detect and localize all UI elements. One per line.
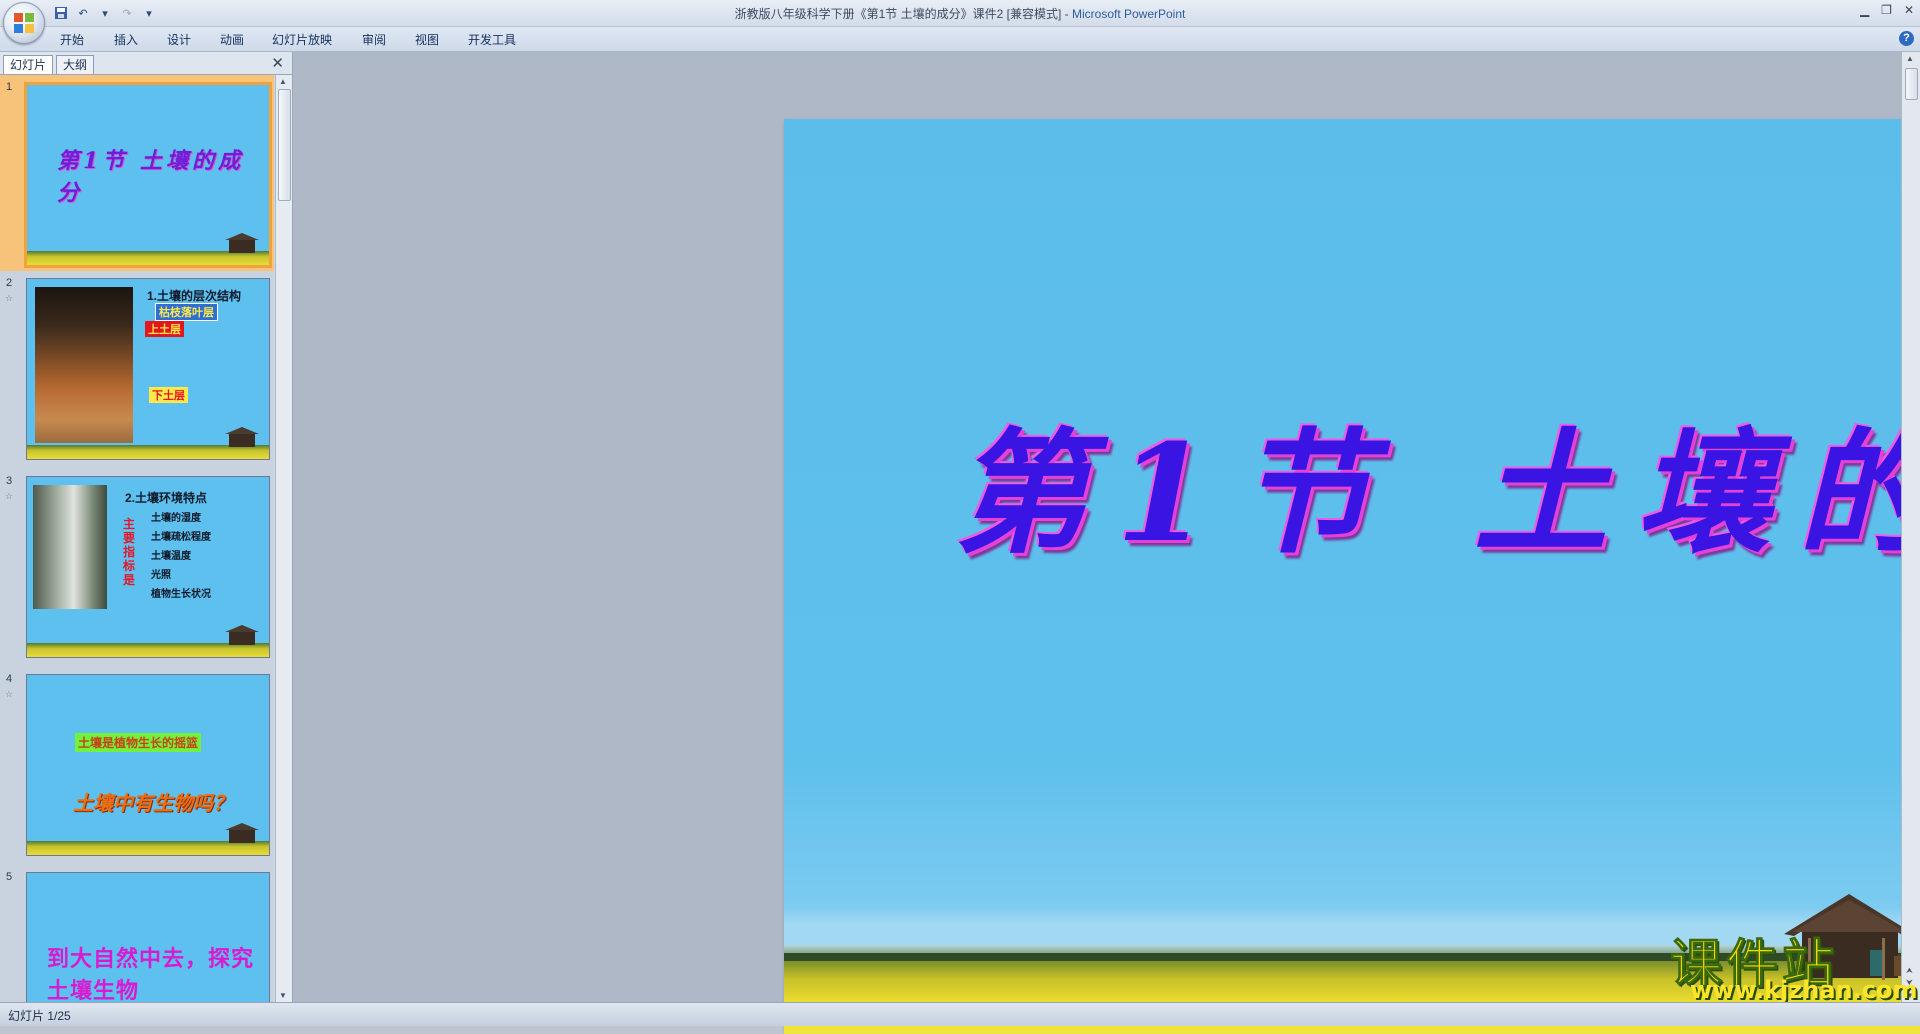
list-item: 土壤的湿度	[151, 513, 201, 524]
ribbon-tabs: 开始 插入 设计 动画 幻灯片放映 审阅 视图 开发工具 ?	[0, 27, 1920, 52]
scroll-up-icon[interactable]: ▲	[279, 77, 287, 86]
scroll-down-icon[interactable]: ▼	[279, 991, 287, 1000]
forest-image	[33, 485, 107, 609]
office-logo-icon	[14, 13, 34, 33]
house-decoration	[225, 625, 259, 645]
title-bar: ↶ ▾ ↷ ▾ 浙教版八年级科学下册《第1节 土壤的成分》课件2 [兼容模式] …	[0, 0, 1920, 44]
animation-star-icon: ☆	[5, 689, 14, 699]
field-decoration	[27, 643, 269, 657]
thumb-canvas: 第1节 土壤的成分	[24, 82, 272, 268]
list-item: 植物生长状况	[151, 589, 211, 600]
window-title: 浙教版八年级科学下册《第1节 土壤的成分》课件2 [兼容模式] - Micros…	[734, 7, 1186, 21]
tab-outline[interactable]: 大纲	[56, 55, 95, 74]
house-decoration	[225, 823, 259, 843]
field-decoration	[27, 841, 269, 855]
thumb-canvas: 到大自然中去，探究土壤生物	[26, 872, 270, 1002]
slide-number: 1	[6, 81, 13, 93]
list-item: 光照	[151, 570, 171, 581]
scroll-up-icon[interactable]: ▲	[1906, 54, 1914, 63]
layer-label: 上土层	[145, 321, 184, 337]
slide-thumb-1[interactable]: 1 第1节 土壤的成分	[0, 75, 274, 271]
slide-number: 2	[6, 277, 13, 289]
editor-scrollbar[interactable]: ▲ ⮝ ⮟ ▼	[1901, 52, 1920, 1002]
status-bar: 幻灯片 1/25	[0, 1002, 1920, 1026]
list-item: 土壤温度	[151, 551, 191, 562]
tab-slideshow[interactable]: 幻灯片放映	[272, 31, 332, 48]
thumbnail-list: 1 第1节 土壤的成分 2 ☆ 1.土壤的层次结构 枯枝落叶层 上土层 下土层	[0, 75, 274, 1002]
watermark-url: www.kjzhan.com	[1690, 976, 1918, 1004]
thumb-canvas: 1.土壤的层次结构 枯枝落叶层 上土层 下土层	[26, 278, 270, 460]
thumb-line: 土壤是植物生长的摇篮	[75, 733, 202, 752]
thumbnail-scrollbar[interactable]: ▲ ▼	[275, 75, 292, 1002]
scroll-thumb[interactable]	[1905, 68, 1918, 100]
tab-view[interactable]: 视图	[415, 31, 439, 48]
tab-design[interactable]: 设计	[167, 31, 191, 48]
layer-label: 枯枝落叶层	[155, 303, 218, 321]
animation-star-icon: ☆	[5, 293, 14, 303]
watermark-logo: 课件站 www.kjzhan.com	[1669, 922, 1917, 1005]
soil-profile-image	[35, 287, 133, 443]
slide-thumb-3[interactable]: 3 ☆ 2.土壤环境特点 主要指标是 土壤的湿度 土壤疏松程度 土壤温度 光照 …	[0, 469, 274, 667]
field-decoration	[27, 251, 269, 265]
tab-insert[interactable]: 插入	[114, 31, 138, 48]
slide-number: 3	[6, 475, 13, 487]
thumb-heading: 2.土壤环境特点	[125, 491, 208, 505]
tab-home[interactable]: 开始	[60, 31, 84, 48]
list-item: 土壤疏松程度	[151, 532, 211, 543]
tab-animations[interactable]: 动画	[220, 31, 244, 48]
house-decoration	[225, 233, 259, 253]
slide-number: 5	[6, 871, 13, 883]
slide-title[interactable]: 第1节 土壤的成分	[954, 385, 1920, 585]
thumb-title: 第1节 土壤的成分	[57, 148, 244, 206]
scroll-thumb[interactable]	[278, 89, 291, 201]
close-icon[interactable]: ✕	[1904, 3, 1914, 17]
help-icon[interactable]: ?	[1899, 31, 1914, 46]
restore-icon[interactable]: ❐	[1881, 3, 1892, 17]
side-label: 主要指标是	[123, 517, 136, 587]
slide-number: 4	[6, 673, 13, 685]
layer-label: 下土层	[149, 387, 188, 403]
tab-review[interactable]: 审阅	[362, 31, 386, 48]
office-button[interactable]	[3, 2, 45, 44]
thumb-canvas: 土壤是植物生长的摇篮 土壤中有生物吗？	[26, 674, 270, 856]
tab-developer[interactable]: 开发工具	[468, 31, 516, 48]
slide-counter: 幻灯片 1/25	[8, 1009, 71, 1023]
slide-editor: 第1节 土壤的成分	[293, 52, 1920, 1034]
thumb-canvas: 2.土壤环境特点 主要指标是 土壤的湿度 土壤疏松程度 土壤温度 光照 植物生长…	[26, 476, 270, 658]
animation-star-icon: ☆	[5, 491, 14, 501]
window-controls: ▁ ❐ ✕	[1860, 3, 1914, 17]
thumb-heading: 1.土壤的层次结构	[147, 289, 242, 303]
slide-thumb-5[interactable]: 5 到大自然中去，探究土壤生物	[0, 865, 274, 1002]
thumb-line: 到大自然中去，探究土壤生物	[47, 946, 255, 1002]
slides-panel: 幻灯片 大纲 ✕ 1 第1节 土壤的成分 2 ☆ 1.土壤的层次结构 枯枝落叶层…	[0, 52, 293, 1002]
panel-tabs: 幻灯片 大纲 ✕	[0, 52, 292, 75]
indicator-list: 土壤的湿度 土壤疏松程度 土壤温度 光照 植物生长状况	[151, 509, 211, 604]
house-decoration	[225, 427, 259, 447]
current-slide[interactable]: 第1节 土壤的成分	[784, 119, 1920, 1034]
slide-thumb-4[interactable]: 4 ☆ 土壤是植物生长的摇篮 土壤中有生物吗？	[0, 667, 274, 865]
thumb-line: 土壤中有生物吗？	[73, 791, 233, 815]
tab-slides[interactable]: 幻灯片	[3, 55, 54, 74]
panel-close-icon[interactable]: ✕	[271, 54, 284, 72]
field-decoration	[27, 445, 269, 459]
slide-thumb-2[interactable]: 2 ☆ 1.土壤的层次结构 枯枝落叶层 上土层 下土层	[0, 271, 274, 469]
minimize-icon[interactable]: ▁	[1860, 3, 1869, 17]
